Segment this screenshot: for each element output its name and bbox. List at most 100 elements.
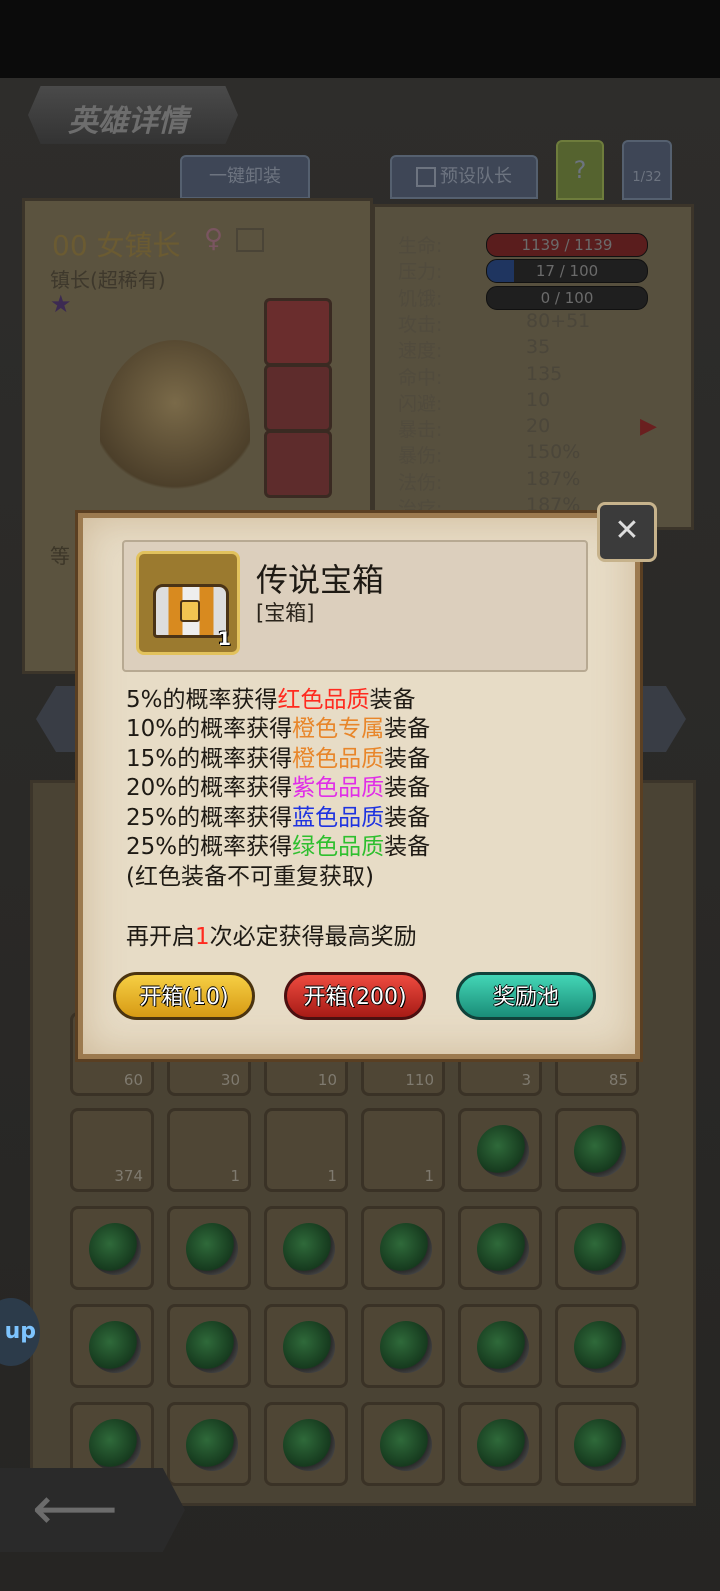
- note-text: (红色装备不可重复获取): [126, 864, 374, 890]
- open-200-button[interactable]: 开箱(200): [284, 972, 426, 1020]
- inventory-slot[interactable]: 1: [167, 1108, 251, 1192]
- inventory-slot[interactable]: [361, 1206, 445, 1290]
- item-count: 1: [424, 1167, 434, 1185]
- item-name: 传说宝箱: [256, 561, 385, 599]
- hero-level-label: 等: [50, 544, 70, 568]
- inventory-slot[interactable]: 374: [70, 1108, 154, 1192]
- inventory-slot[interactable]: [70, 1206, 154, 1290]
- clover-gem-icon: [477, 1125, 529, 1177]
- stat-row: 法伤: 187%: [398, 468, 668, 494]
- stat-value: 10: [526, 388, 551, 411]
- inventory-slot[interactable]: [555, 1206, 639, 1290]
- close-icon: ✕: [614, 513, 640, 548]
- equip-slot-2[interactable]: [264, 364, 332, 432]
- stat-label: 暴伤:: [398, 445, 443, 468]
- stat-value: 187%: [526, 467, 581, 490]
- preset-team-button[interactable]: 预设队长: [390, 155, 538, 199]
- stat-label: 压力:: [398, 261, 443, 284]
- item-count: 1: [230, 1167, 240, 1185]
- item-count: 374: [114, 1167, 143, 1185]
- inventory-slot[interactable]: [70, 1304, 154, 1388]
- unequip-all-button[interactable]: 一键卸装: [180, 155, 310, 199]
- guarantee-text: 再开启1次必定获得最高奖励: [126, 917, 417, 951]
- clover-gem-icon: [89, 1223, 141, 1275]
- close-button[interactable]: ✕: [597, 502, 657, 562]
- inventory-slot[interactable]: 1: [264, 1108, 348, 1192]
- clover-gem-icon: [574, 1419, 626, 1471]
- stat-value: 0 / 100: [486, 285, 648, 310]
- hero-name: 00 女镇长: [52, 229, 181, 262]
- back-button[interactable]: ⟵: [0, 1468, 185, 1552]
- stat-label: 暴击:: [398, 419, 443, 442]
- page-title: 英雄详情: [68, 104, 188, 139]
- inventory-slot[interactable]: [264, 1304, 348, 1388]
- stat-label: 命中:: [398, 366, 443, 389]
- help-button[interactable]: ?: [556, 140, 604, 200]
- expand-arrow-icon[interactable]: ▶: [640, 414, 657, 439]
- stat-label: 法伤:: [398, 471, 443, 494]
- item-type: [宝箱]: [256, 601, 315, 625]
- legendary-chest-icon: 1: [136, 551, 240, 655]
- stat-row: 暴伤: 150%: [398, 441, 668, 467]
- stat-value: 135: [526, 362, 563, 385]
- stat-row: 暴击: 20: [398, 415, 668, 441]
- clover-gem-icon: [574, 1125, 626, 1177]
- probability-post: 装备: [384, 834, 431, 860]
- inventory-slot[interactable]: [555, 1304, 639, 1388]
- inventory-slot[interactable]: [264, 1402, 348, 1486]
- guarantee-pre: 再开启: [126, 924, 195, 950]
- inventory-slot[interactable]: 1: [361, 1108, 445, 1192]
- item-count: 1: [327, 1167, 337, 1185]
- inventory-slot[interactable]: [458, 1206, 542, 1290]
- stat-label: 闪避:: [398, 392, 443, 415]
- item-count: 1: [217, 628, 231, 650]
- reward-pool-button[interactable]: 奖励池: [456, 972, 596, 1020]
- stat-row: 生命: 1139 / 1139: [398, 231, 668, 257]
- stat-value: 150%: [526, 441, 581, 464]
- inventory-slot[interactable]: [458, 1304, 542, 1388]
- star-icon: ★: [50, 290, 72, 318]
- rename-icon[interactable]: [236, 228, 264, 252]
- clover-gem-icon: [89, 1321, 141, 1373]
- inventory-slot[interactable]: [458, 1108, 542, 1192]
- stat-label: 生命:: [398, 235, 443, 257]
- clover-gem-icon: [574, 1223, 626, 1275]
- clover-gem-icon: [477, 1419, 529, 1471]
- stat-row: 闪避: 10: [398, 389, 668, 415]
- inventory-slot[interactable]: [555, 1402, 639, 1486]
- item-count: 30: [220, 1071, 240, 1089]
- clover-gem-icon: [574, 1321, 626, 1373]
- clover-gem-icon: [283, 1321, 335, 1373]
- probability-line: 25%的概率获得绿色品质装备: [126, 827, 430, 861]
- stat-row: 饥饿: 0 / 100: [398, 284, 668, 310]
- equip-slot-3[interactable]: [264, 430, 332, 498]
- stat-label: 攻击:: [398, 313, 443, 336]
- equip-slot-1[interactable]: [264, 298, 332, 366]
- clover-gem-icon: [477, 1223, 529, 1275]
- clover-gem-icon: [380, 1223, 432, 1275]
- stat-row: 命中: 135: [398, 363, 668, 389]
- clover-gem-icon: [186, 1321, 238, 1373]
- stat-label: 速度:: [398, 340, 443, 363]
- top-status-bar: [0, 0, 720, 78]
- clover-gem-icon: [283, 1419, 335, 1471]
- hero-class: 镇长(超稀有): [50, 268, 166, 292]
- inventory-slot[interactable]: [555, 1108, 639, 1192]
- item-count: 3: [521, 1071, 531, 1089]
- inventory-slot[interactable]: [167, 1206, 251, 1290]
- stat-row: 攻击: 80+51: [398, 310, 668, 336]
- female-icon: ♀: [204, 224, 224, 254]
- back-arrow-icon: ⟵: [32, 1474, 119, 1544]
- inventory-slot[interactable]: [361, 1304, 445, 1388]
- guarantee-post: 次必定获得最高奖励: [209, 924, 417, 950]
- checkbox[interactable]: [416, 167, 436, 187]
- inventory-slot[interactable]: [458, 1402, 542, 1486]
- inventory-slot[interactable]: [167, 1402, 251, 1486]
- open-10-button[interactable]: 开箱(10): [113, 972, 255, 1020]
- inventory-slot[interactable]: [167, 1304, 251, 1388]
- clover-gem-icon: [186, 1223, 238, 1275]
- inventory-slot[interactable]: [264, 1206, 348, 1290]
- item-count: 85: [608, 1071, 628, 1089]
- preset-team-label: 预设队长: [440, 166, 512, 187]
- inventory-slot[interactable]: [361, 1402, 445, 1486]
